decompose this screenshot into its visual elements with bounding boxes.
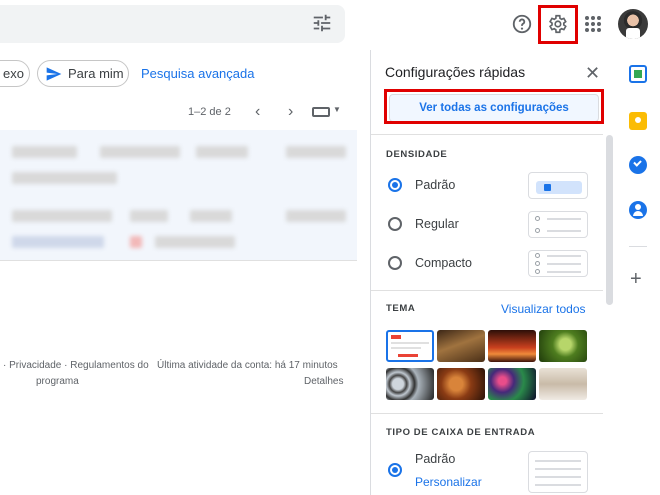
inbox-default-preview[interactable] [528,451,588,493]
send-icon [46,66,62,81]
caret-down-icon[interactable]: ▼ [333,105,341,114]
panel-title: Configurações rápidas [385,64,526,80]
inbox-type-title: TIPO DE CAIXA DE ENTRADA [386,427,536,438]
see-all-highlight-box [384,89,604,124]
privacy-link[interactable]: · Privacidade · Regulamentos do [3,360,149,371]
radio-density-default[interactable] [388,178,402,192]
divider [629,246,647,247]
filter-chip-attachment[interactable]: exo [0,60,30,87]
quick-settings-panel: Configurações rápidas ✕ Ver todas as con… [370,50,615,495]
panel-scrollbar[interactable] [606,135,613,305]
advanced-search-link[interactable]: Pesquisa avançada [141,66,254,81]
addon-rail: + [615,50,660,495]
density-compact-preview[interactable] [528,250,588,277]
inbox-default-label[interactable]: Padrão [415,452,455,466]
view-all-themes-link[interactable]: Visualizar todos [501,302,586,316]
density-regular-preview[interactable] [528,211,588,238]
chevron-right-icon[interactable]: › [288,103,293,121]
help-icon[interactable] [509,11,535,37]
radio-density-regular[interactable] [388,217,402,231]
divider [371,134,603,135]
chevron-left-icon[interactable]: ‹ [255,103,260,121]
keyboard-icon[interactable] [312,107,330,117]
density-default-label[interactable]: Padrão [415,178,455,192]
customize-link[interactable]: Personalizar [415,475,482,489]
theme-canyon-thumbnail[interactable] [488,330,536,362]
apps-grid-icon[interactable] [580,11,606,37]
settings-highlight-box [538,5,578,44]
theme-bubbles-thumbnail[interactable] [386,368,434,400]
theme-default-thumbnail[interactable] [386,330,434,362]
filter-chip-attachment-label: exo [3,66,24,81]
theme-sand-thumbnail[interactable] [539,368,587,400]
email-list [0,130,357,261]
last-activity: Última atividade da conta: há 17 minutos [157,360,338,371]
page-range: 1–2 de 2 [188,106,231,118]
program-link[interactable]: programa [36,376,79,387]
theme-title: TEMA [386,303,416,314]
tune-icon[interactable] [311,12,333,34]
theme-chess-thumbnail[interactable] [437,330,485,362]
theme-bokeh-thumbnail[interactable] [488,368,536,400]
theme-autumn-thumbnail[interactable] [437,368,485,400]
radio-inbox-default[interactable] [388,463,402,477]
density-title: DENSIDADE [386,149,448,160]
tasks-icon[interactable] [629,156,647,174]
filter-chip-to-me[interactable]: Para mim [37,60,129,87]
divider [371,413,603,414]
add-icon[interactable]: + [630,268,642,291]
density-regular-label[interactable]: Regular [415,217,459,231]
divider [371,290,603,291]
close-icon[interactable]: ✕ [585,63,600,84]
density-default-preview[interactable] [528,172,588,199]
calendar-icon[interactable] [629,65,647,83]
filter-chip-to-me-label: Para mim [68,66,124,81]
details-link[interactable]: Detalhes [304,376,343,387]
keep-icon[interactable] [629,112,647,130]
contacts-icon[interactable] [629,201,647,219]
avatar[interactable] [618,9,648,39]
radio-density-compact[interactable] [388,256,402,270]
theme-leaf-thumbnail[interactable] [539,330,587,362]
density-compact-label[interactable]: Compacto [415,256,472,270]
search-bar[interactable] [0,5,345,43]
